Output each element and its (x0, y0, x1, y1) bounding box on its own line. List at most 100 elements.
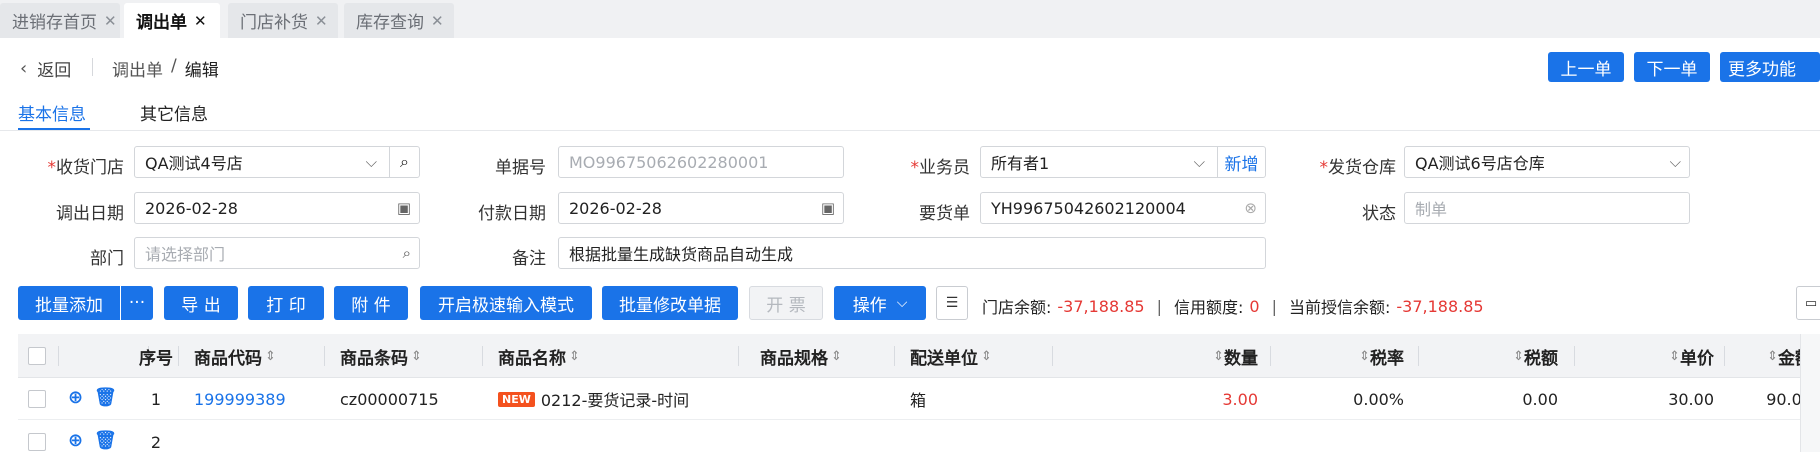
ship-warehouse-select[interactable]: QA测试6号店仓库 ⌵ (1404, 146, 1690, 178)
status-field: 制单 (1404, 192, 1690, 224)
request-doc-label: 要货单 (919, 204, 970, 224)
more-functions-button[interactable]: 更多功能 (1720, 52, 1820, 82)
close-icon[interactable]: ✕ (431, 12, 444, 30)
batch-edit-button[interactable]: 批量修改单据 (602, 286, 738, 320)
pay-date-picker[interactable]: 2026-02-28 ▣ (558, 192, 844, 224)
subtab-basic-info[interactable]: 基本信息 (18, 100, 86, 125)
close-icon[interactable]: ✕ (315, 12, 328, 30)
cell-product-name: NEW 0212-要货记录-时间 (498, 378, 689, 420)
col-price[interactable]: ⇕ 单价 (1608, 334, 1714, 378)
cell-tax-rate: 0.00% (1353, 389, 1404, 409)
department-select[interactable]: 请选择部门 ⌕ (134, 237, 420, 269)
salesman-label: *业务员 (910, 158, 971, 178)
chevron-down-icon: ⌵ (896, 295, 908, 311)
cell-seq: 2 (150, 432, 162, 452)
prev-doc-button[interactable]: 上一单 (1548, 52, 1624, 82)
batch-add-button[interactable]: 批量添加 (18, 286, 120, 320)
tab-store-replenish[interactable]: 门店补货 ✕ (228, 3, 338, 38)
col-product-name[interactable]: 商品名称 ⇕ (498, 334, 580, 378)
close-icon[interactable]: ✕ (194, 12, 207, 30)
breadcrumb: 调出单 / 编辑 (112, 56, 219, 81)
cell-unit: 箱 (910, 391, 927, 410)
remark-input[interactable]: 根据批量生成缺货商品自动生成 (558, 237, 1266, 269)
invoice-button[interactable]: 开 票 (749, 286, 823, 320)
col-tax[interactable]: ⇕ 税额 (1448, 334, 1558, 378)
credit-limit-value: 0 (1249, 296, 1260, 316)
add-row-icon[interactable]: ⊕ (68, 430, 83, 451)
credit-limit-label: 信用额度: (1174, 298, 1244, 317)
department-label: 部门 (90, 249, 124, 269)
product-name-text: 0212-要货记录-时间 (540, 391, 690, 410)
calendar-icon: ▣ (396, 199, 411, 217)
operate-label: 操作 (852, 295, 887, 316)
fast-input-mode-button[interactable]: 开启极速输入模式 (420, 286, 592, 320)
tab-inventory-home[interactable]: 进销存首页 ✕ (0, 3, 120, 38)
table-row[interactable]: ⊕ 🗑 1 199999389 cz00000715 NEW 0212-要货记录… (18, 378, 1820, 420)
search-icon[interactable]: ⌕ (403, 244, 411, 262)
table-header: 序号 商品代码 ⇕ 商品条码 ⇕ 商品名称 ⇕ 商品规格 ⇕ 配送单位 ⇕ ⇕ 数量 ⇕ 税率… (18, 334, 1820, 378)
salesman-value: 所有者1 (991, 154, 1050, 173)
back-button[interactable]: ‹ 返回 (20, 56, 71, 81)
cell-qty[interactable]: 3.00 (1138, 378, 1258, 420)
cell-tax: 0.00 (1522, 389, 1558, 409)
receive-store-label: *收货门店 (47, 158, 125, 178)
table-right-scroll-strip[interactable] (1800, 334, 1820, 452)
print-button[interactable]: 打 印 (248, 286, 324, 320)
list-settings-icon: ☰ (945, 295, 959, 311)
tab-transfer-out[interactable]: 调出单 ✕ (124, 3, 220, 38)
col-product-code[interactable]: 商品代码 ⇕ (194, 334, 276, 378)
chevron-down-icon: ⌵ (1193, 153, 1205, 171)
ship-warehouse-value: QA测试6号店仓库 (1415, 154, 1545, 173)
column-settings-button[interactable]: ☰ (936, 286, 968, 320)
receive-store-select[interactable]: QA测试4号店 ⌵ ⌕ (134, 146, 420, 178)
tab-label: 库存查询 (356, 13, 424, 33)
doc-no-label: 单据号 (495, 158, 546, 178)
col-seq: 序号 (139, 348, 173, 369)
clear-icon[interactable]: ⊗ (1244, 199, 1257, 217)
breadcrumb-current: 编辑 (184, 61, 219, 81)
search-icon[interactable]: ⌕ (389, 147, 419, 177)
row-checkbox[interactable] (28, 433, 46, 451)
row-checkbox[interactable] (28, 390, 46, 408)
cell-product-code[interactable]: 199999389 (194, 378, 286, 420)
col-spec[interactable]: 商品规格 ⇕ (760, 334, 842, 378)
col-tax-rate[interactable]: ⇕ 税率 (1306, 334, 1404, 378)
back-label: 返回 (37, 61, 72, 81)
chevron-down-icon: ⌵ (1669, 153, 1681, 171)
request-doc-value: YH99675042602120004 (991, 198, 1186, 218)
col-barcode[interactable]: 商品条码 ⇕ (340, 334, 422, 378)
new-badge: NEW (498, 391, 535, 407)
close-icon[interactable]: ✕ (104, 12, 117, 30)
subtab-other-info[interactable]: 其它信息 (140, 100, 208, 125)
tab-bar: 进销存首页 ✕ 调出单 ✕ 门店补货 ✕ 库存查询 ✕ (0, 0, 1820, 38)
table-row[interactable]: ⊕ 🗑 2 (18, 421, 1820, 452)
cell-barcode: cz00000715 (340, 389, 439, 409)
tab-label: 进销存首页 (12, 13, 97, 33)
select-all-checkbox[interactable] (28, 347, 46, 365)
batch-add-more-button[interactable]: ··· (121, 286, 153, 320)
operate-button[interactable]: 操作 ⌵ (834, 286, 926, 320)
current-credit-value: -37,188.85 (1396, 296, 1484, 316)
panel-icon: ▭ (1804, 295, 1818, 311)
breadcrumb-parent[interactable]: 调出单 (112, 56, 163, 81)
toggle-panel-button[interactable]: ▭ (1796, 286, 1820, 320)
attach-button[interactable]: 附 件 (334, 286, 408, 320)
out-date-picker[interactable]: 2026-02-28 ▣ (134, 192, 420, 224)
export-button[interactable]: 导 出 (164, 286, 238, 320)
salesman-select[interactable]: 所有者1 ⌵ 新增 (980, 146, 1266, 178)
col-qty[interactable]: ⇕ 数量 (1138, 334, 1258, 378)
add-row-icon[interactable]: ⊕ (68, 387, 83, 408)
next-doc-button[interactable]: 下一单 (1634, 52, 1710, 82)
col-unit[interactable]: 配送单位 ⇕ (910, 334, 992, 378)
add-salesman-link[interactable]: 新增 (1217, 147, 1265, 177)
delete-row-icon[interactable]: 🗑 (94, 387, 117, 408)
tab-label: 调出单 (136, 13, 187, 33)
delete-row-icon[interactable]: 🗑 (94, 430, 117, 451)
breadcrumb-separator: / (171, 56, 177, 76)
cell-seq: 1 (150, 389, 162, 409)
out-date-value: 2026-02-28 (145, 198, 238, 218)
tab-label: 门店补货 (240, 13, 308, 33)
request-doc-field[interactable]: YH99675042602120004 ⊗ (980, 192, 1266, 224)
tab-stock-query[interactable]: 库存查询 ✕ (344, 3, 454, 38)
balance-info: 门店余额: -37,188.85 | 信用额度: 0 | 当前授信余额: -37… (982, 294, 1484, 318)
